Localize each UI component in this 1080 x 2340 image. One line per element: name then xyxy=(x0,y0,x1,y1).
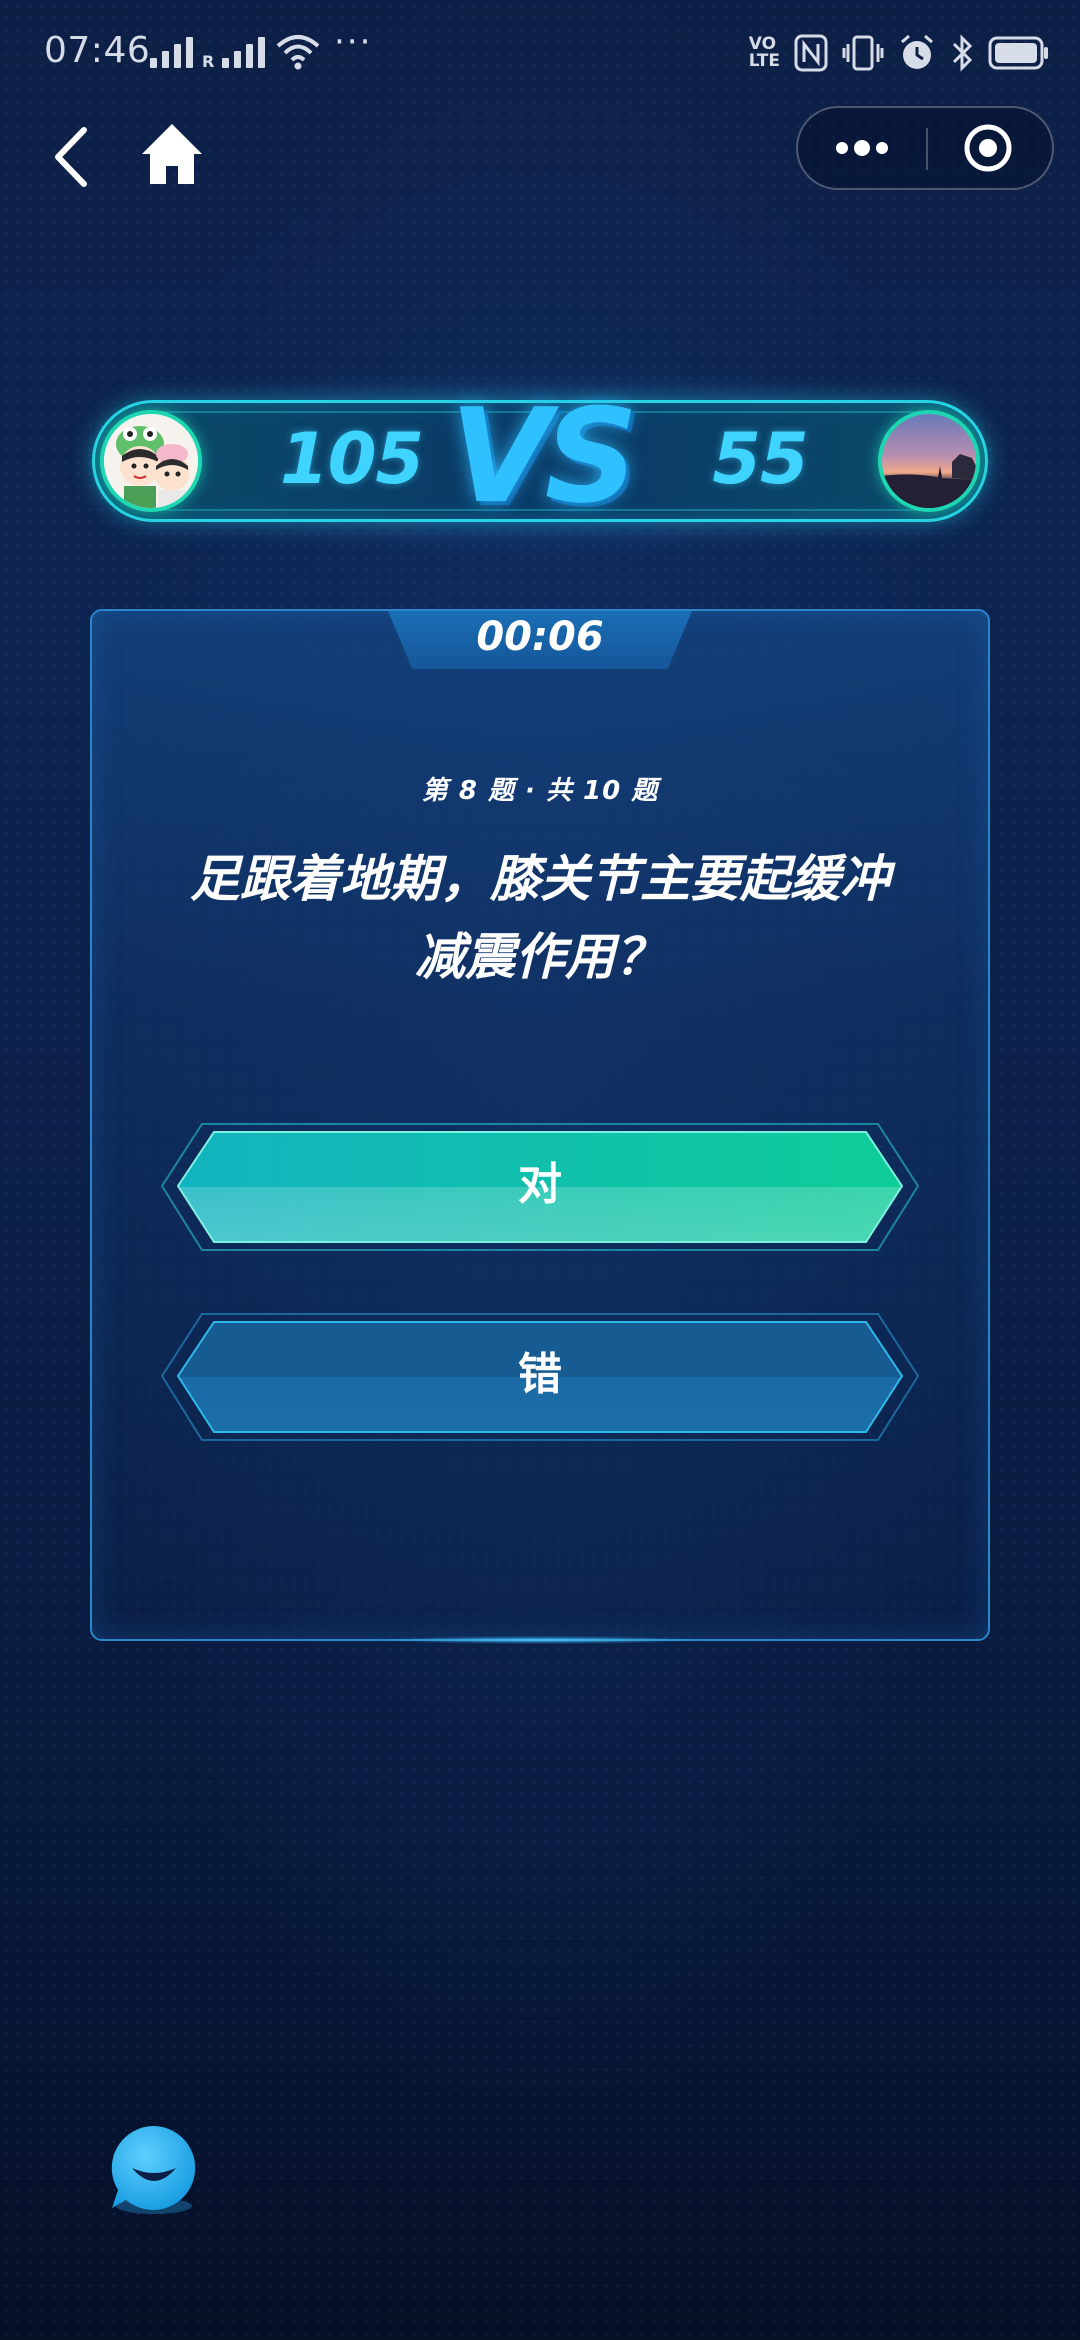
status-right-icons: VO LTE xyxy=(749,28,1050,78)
question-progress: 第 8 题 · 共 10 题 xyxy=(421,776,659,806)
answer-false-label: 错 xyxy=(518,1349,562,1400)
player-right-score: 55 xyxy=(712,418,808,500)
chat-button[interactable] xyxy=(104,2120,204,2220)
player-right-avatar xyxy=(878,410,980,512)
signal-icon xyxy=(150,36,193,68)
signal-roaming-icon xyxy=(222,36,265,68)
player-left-avatar xyxy=(100,410,202,512)
card-bottom-glow xyxy=(380,1636,700,1644)
vs-label: VS xyxy=(450,380,638,532)
close-target-icon xyxy=(964,124,1012,172)
sunset-avatar-image xyxy=(882,454,976,508)
wifi-icon xyxy=(276,35,320,70)
vibrate-icon xyxy=(842,35,884,71)
status-time: 07:46 xyxy=(44,30,151,71)
back-button[interactable] xyxy=(46,122,98,192)
cartoon-avatar-image xyxy=(104,414,198,508)
volte-icon: VO LTE xyxy=(749,36,780,70)
status-bar: 07:46 R ··· VO LTE xyxy=(0,0,1080,110)
countdown-timer: 00:06 xyxy=(476,614,604,660)
capsule-more-button[interactable] xyxy=(798,108,926,188)
nfc-icon xyxy=(794,34,828,72)
back-icon xyxy=(55,127,87,187)
mini-program-capsule xyxy=(796,106,1054,190)
status-more-icon: ··· xyxy=(334,22,373,62)
volte-label-bottom: LTE xyxy=(748,51,780,71)
answer-false-button[interactable]: 错 xyxy=(160,1312,920,1442)
more-dots-icon xyxy=(836,140,888,156)
bluetooth-icon xyxy=(952,34,973,72)
home-icon xyxy=(142,124,202,184)
battery-icon xyxy=(988,36,1048,70)
answer-true-label: 对 xyxy=(518,1159,562,1210)
roaming-label: R xyxy=(202,52,215,71)
capsule-close-button[interactable] xyxy=(928,108,1052,188)
chat-bubble-icon xyxy=(111,2125,196,2214)
answer-true-button[interactable]: 对 xyxy=(160,1122,920,1252)
home-button[interactable] xyxy=(138,120,206,190)
player-left-score: 105 xyxy=(280,418,424,500)
question-text: 足跟着地期，膝关节主要起缓冲 减震作用？ xyxy=(190,850,890,986)
alarm-icon xyxy=(901,34,933,69)
